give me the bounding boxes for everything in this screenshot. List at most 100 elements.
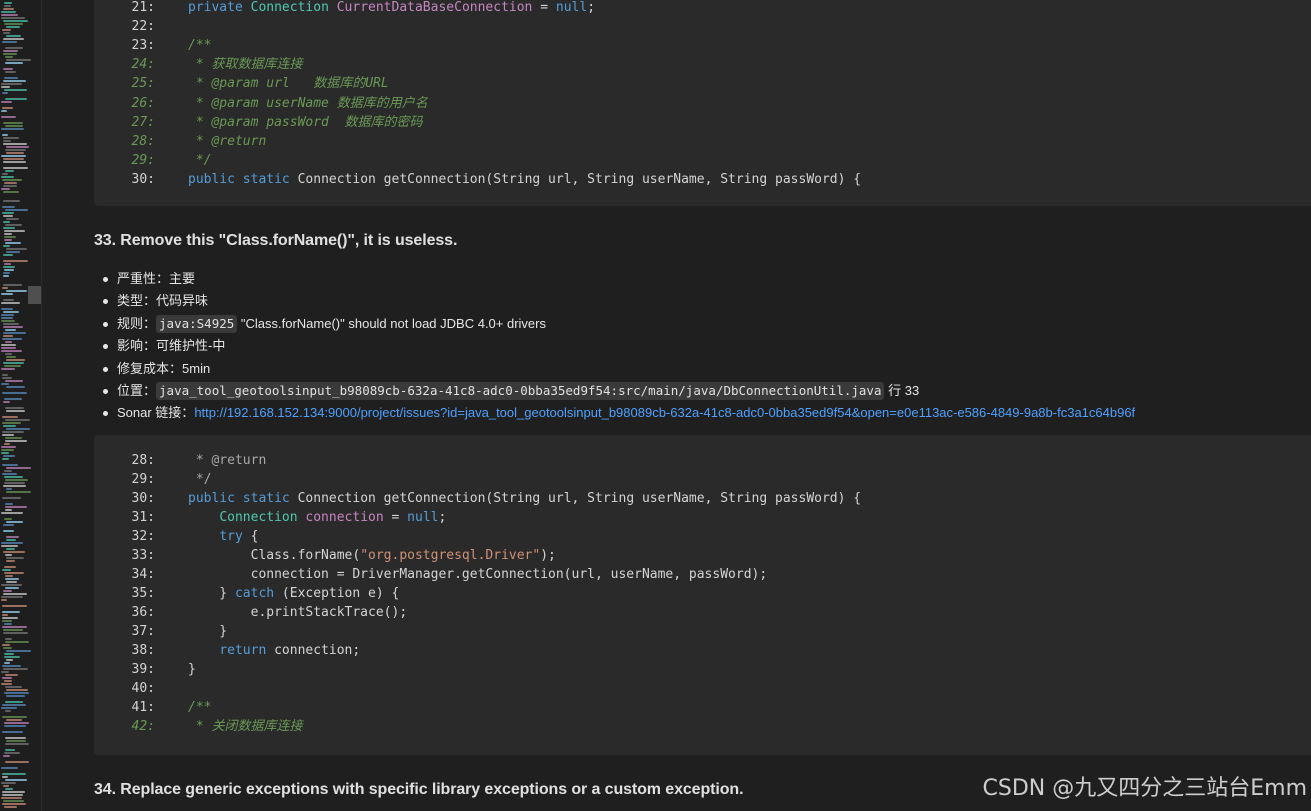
minimap-line bbox=[2, 731, 23, 733]
minimap-line bbox=[6, 491, 31, 493]
minimap-line bbox=[5, 440, 27, 442]
minimap-line bbox=[5, 737, 26, 739]
minimap-line bbox=[5, 641, 29, 643]
minimap-line bbox=[5, 224, 22, 226]
minimap-line bbox=[2, 377, 12, 379]
minimap-line bbox=[6, 536, 19, 538]
minimap-line bbox=[5, 329, 16, 331]
minimap-line bbox=[4, 2, 12, 4]
minimap-line bbox=[4, 263, 11, 265]
minimap-line bbox=[5, 341, 12, 343]
minimap-line bbox=[2, 41, 17, 43]
code-token: = bbox=[383, 510, 408, 525]
code-token: /** bbox=[188, 700, 212, 715]
minimap-line bbox=[4, 236, 16, 238]
minimap-line bbox=[5, 575, 13, 577]
minimap-line bbox=[5, 743, 29, 745]
minimap-line bbox=[1, 782, 16, 784]
minimap-line bbox=[2, 794, 23, 796]
location-label: 位置： bbox=[117, 382, 157, 398]
code-token: connection bbox=[305, 510, 384, 525]
impact-item: 影响：可维护性-中 bbox=[102, 335, 1135, 357]
minimap-line bbox=[4, 470, 12, 472]
minimap-line bbox=[3, 335, 13, 337]
code-token: Connection getConnection(String url, Str… bbox=[297, 491, 862, 506]
code-token: * 关闭数据库连接 bbox=[188, 719, 303, 734]
minimap-line bbox=[3, 137, 19, 139]
minimap-line bbox=[6, 26, 20, 28]
minimap-line bbox=[1, 17, 25, 19]
minimap-line bbox=[3, 593, 27, 595]
sonar-link[interactable]: http://192.168.152.134:9000/project/issu… bbox=[194, 405, 1135, 420]
line-number: 33: bbox=[131, 548, 155, 563]
type-label: 类型： bbox=[117, 293, 157, 309]
line-number: 38: bbox=[131, 643, 155, 658]
minimap-line bbox=[1, 368, 15, 370]
minimap-line bbox=[5, 506, 27, 508]
line-number: 32: bbox=[131, 529, 155, 544]
minimap-line bbox=[1, 512, 23, 514]
minimap-line bbox=[5, 710, 11, 712]
minimap-line bbox=[3, 299, 14, 301]
minimap-line bbox=[3, 326, 23, 328]
minimap-line bbox=[2, 569, 11, 571]
code-text: public static Connection getConnection(S… bbox=[188, 489, 861, 508]
minimap-line bbox=[4, 230, 25, 232]
minimap-line bbox=[2, 611, 20, 613]
code-text: return connection; bbox=[188, 641, 360, 660]
minimap-line bbox=[3, 401, 10, 403]
minimap-line bbox=[2, 644, 10, 646]
minimap-line bbox=[3, 668, 28, 670]
minimap-line bbox=[1, 383, 9, 385]
minimap-line bbox=[2, 665, 21, 667]
minimap-line bbox=[5, 71, 16, 73]
minimap-line bbox=[2, 392, 27, 394]
minimap-line bbox=[6, 290, 27, 292]
minimap-line bbox=[6, 488, 12, 490]
minimap-line bbox=[3, 185, 17, 187]
code-block-context-top: 21: private Connection CurrentDataBaseCon… bbox=[94, 0, 1311, 206]
minimap-line bbox=[4, 443, 10, 445]
minimap-line bbox=[2, 497, 21, 499]
minimap-line bbox=[4, 722, 29, 724]
rule-code: java:S4925 bbox=[156, 314, 238, 333]
minimap-line bbox=[1, 293, 13, 295]
minimap-line bbox=[2, 179, 22, 181]
minimap-line bbox=[3, 254, 13, 256]
minimap-line bbox=[1, 320, 15, 322]
line-number: 39: bbox=[131, 662, 155, 677]
minimap-line bbox=[5, 125, 23, 127]
line-number: 36: bbox=[131, 605, 155, 620]
minimap-line bbox=[6, 386, 25, 388]
code-token: * @return bbox=[188, 453, 267, 468]
minimap-line bbox=[2, 92, 8, 94]
minimap-line bbox=[2, 29, 11, 31]
minimap-line bbox=[2, 614, 8, 616]
minimap-line bbox=[6, 248, 27, 250]
minimap-viewport-slider[interactable] bbox=[28, 286, 41, 304]
minimap-line bbox=[5, 749, 15, 751]
minimap-line bbox=[5, 701, 23, 703]
watermark: CSDN @九又四分之三站台Emm bbox=[982, 776, 1307, 801]
code-token: null bbox=[407, 510, 439, 525]
minimap-line bbox=[3, 425, 16, 427]
minimap-line bbox=[3, 266, 15, 268]
minimap-line bbox=[1, 188, 10, 190]
minimap-line bbox=[3, 191, 19, 193]
code-token: try bbox=[219, 529, 243, 544]
line-number: 34: bbox=[131, 567, 155, 582]
minimap[interactable] bbox=[0, 0, 42, 811]
minimap-line bbox=[6, 356, 16, 358]
code-token: CurrentDataBaseConnection bbox=[336, 0, 533, 15]
minimap-line bbox=[1, 584, 22, 586]
minimap-line bbox=[3, 200, 20, 202]
minimap-line bbox=[4, 653, 14, 655]
minimap-line bbox=[6, 146, 29, 148]
minimap-line bbox=[3, 68, 13, 70]
issue-title: 33. Remove this "Class.forName()", it is… bbox=[94, 232, 458, 249]
minimap-line bbox=[2, 212, 14, 214]
minimap-line bbox=[1, 176, 14, 178]
code-token: ; bbox=[438, 510, 447, 525]
code-token: Class.forName( bbox=[188, 548, 361, 563]
